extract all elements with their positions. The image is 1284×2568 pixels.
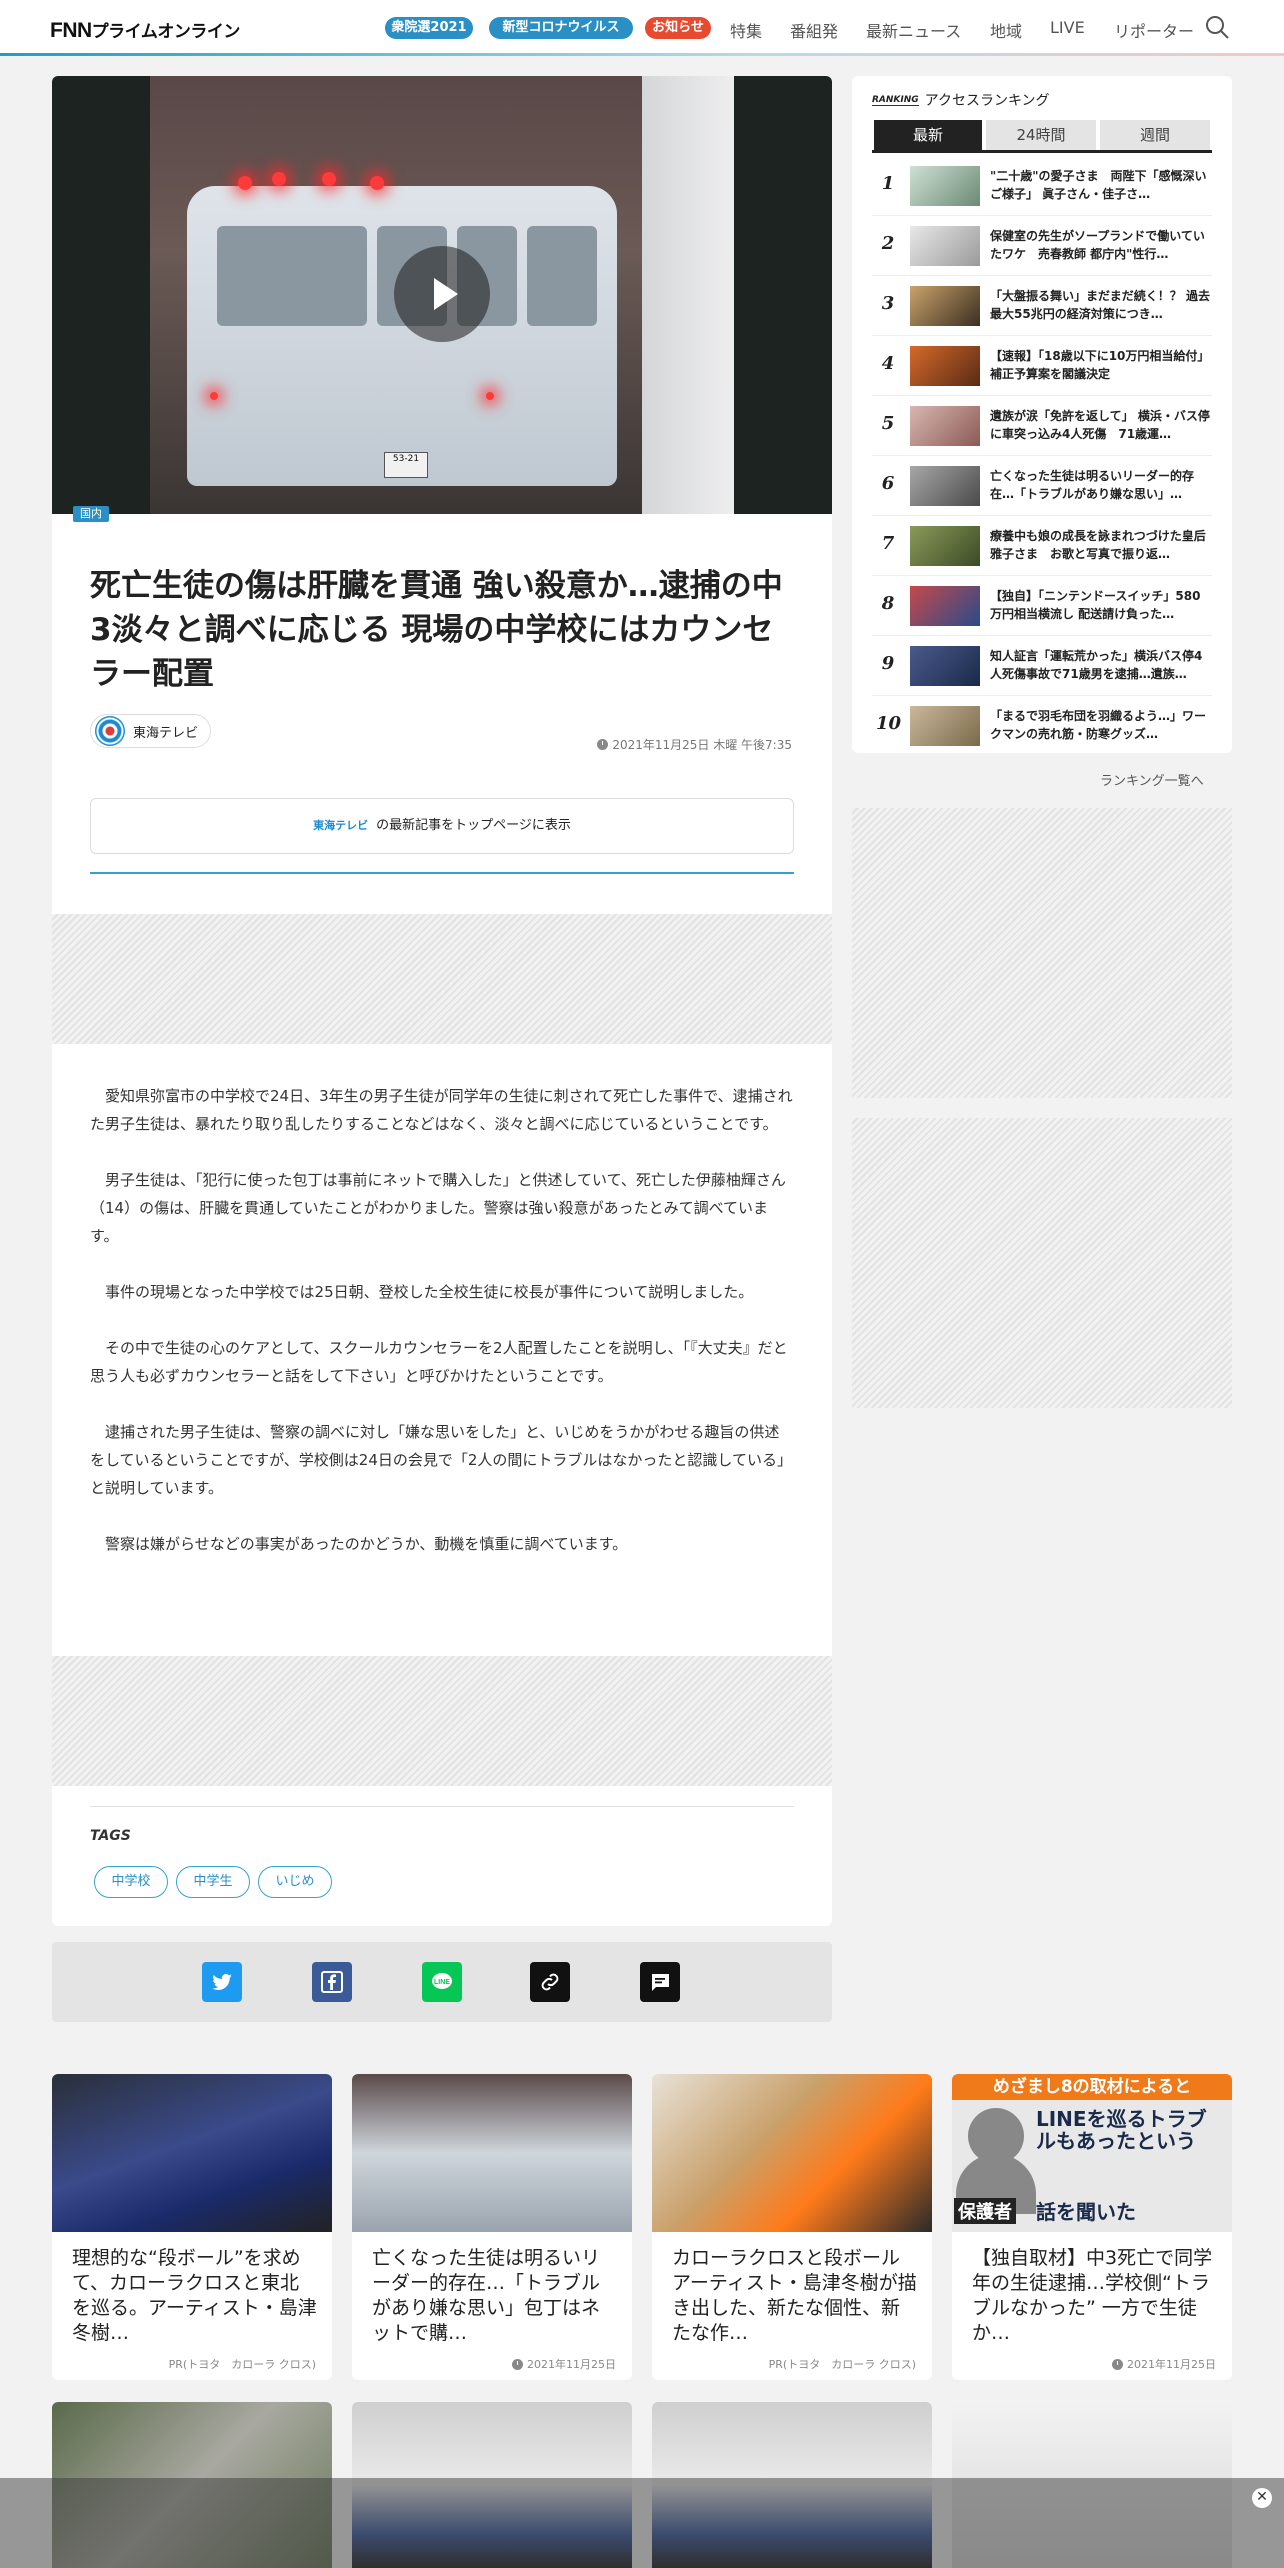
ranking-thumbnail	[910, 226, 980, 266]
tag-junior-high-school[interactable]: 中学校	[94, 1866, 168, 1898]
article-paragraph: 事件の現場となった中学校では25日朝、登校した全校生徒に校長が事件について説明し…	[105, 1283, 754, 1301]
ranking-item[interactable]: 5 遺族が涙「免許を返して」 横浜・バス停に車突っ込み4人死傷 71歳運…	[872, 396, 1212, 456]
related-thumbnail	[352, 2074, 632, 2232]
ranking-item[interactable]: 8 【独自】「ニンテンドースイッチ」580万円相当横流し 配送請け負った…	[872, 576, 1212, 636]
ad-slot-top	[52, 914, 832, 1044]
play-button[interactable]	[394, 246, 490, 342]
pill-election[interactable]: 衆院選2021	[385, 17, 473, 39]
ranking-thumbnail	[910, 646, 980, 686]
article-paragraph: 男子生徒は、「犯行に使った包丁は事前にネットで購入した」と供述していて、死亡した…	[90, 1171, 786, 1245]
article-paragraph: 愛知県弥富市の中学校で24日、3年生の男子生徒が同学年の生徒に刺されて死亡した事…	[90, 1087, 793, 1133]
source-name: 東海テレビ	[133, 725, 199, 741]
svg-text:LINE: LINE	[434, 1979, 450, 1986]
pill-notice[interactable]: お知らせ	[645, 17, 711, 39]
publish-date: 2021年11月25日 木曜 午後7:35	[597, 736, 792, 753]
ranking-thumbnail	[910, 406, 980, 446]
article-paragraph: その中で生徒の心のケアとして、スクールカウンセラーを2人配置したことを説明し、「…	[90, 1339, 788, 1385]
facebook-share-button[interactable]	[312, 1962, 352, 2002]
nav-latest[interactable]: 最新ニュース	[866, 18, 961, 42]
ranking-header: RANKING アクセスランキング	[872, 90, 1050, 110]
ranking-title-en: RANKING	[872, 94, 919, 106]
related-thumbnail	[652, 2074, 932, 2232]
video-bus-image	[187, 186, 617, 486]
ranking-thumbnail	[910, 166, 980, 206]
ranking-thumbnail	[910, 586, 980, 626]
ranking-item[interactable]: 4 【速報】「18歳以下に10万円相当給付」補正予算案を閣議決定	[872, 336, 1212, 396]
ranking-panel: RANKING アクセスランキング 最新 24時間 週間 1 "二十歳"の愛子さ…	[852, 76, 1232, 753]
article-paragraph: 警察は嫌がらせなどの事実があったのかどうか、動機を慎重に調べています。	[105, 1535, 628, 1553]
source-chip[interactable]: 東海テレビ	[90, 714, 212, 748]
sidebar-ad-2	[852, 1118, 1232, 1408]
article-headline: 死亡生徒の傷は肝臓を貫通 強い殺意か…逮捕の中3淡々と調べに応じる 現場の中学校…	[90, 568, 783, 692]
ranking-item[interactable]: 1 "二十歳"の愛子さま 両陛下「感慨深いご様子」 眞子さん・佳子さ…	[872, 156, 1212, 216]
site-logo[interactable]: FNNプライムオンライン	[50, 17, 240, 43]
search-icon[interactable]	[1204, 14, 1230, 40]
tab-latest[interactable]: 最新	[874, 120, 982, 150]
tags-title: TAGS	[90, 1828, 131, 1844]
clock-icon	[512, 2358, 523, 2370]
ranking-item[interactable]: 3 「大盤振る舞い」まだまだ続く！？ 過去最大55兆円の経済対策につき…	[872, 276, 1212, 336]
clock-icon	[597, 739, 609, 750]
nav-feature[interactable]: 特集	[730, 18, 762, 42]
twitter-share-button[interactable]	[202, 1962, 242, 2002]
ranking-thumbnail	[910, 346, 980, 386]
related-thumbnail: めざまし8の取材によると LINEを巡るトラブルもあったという 保護者 話を聞い…	[952, 2074, 1232, 2232]
ranking-item[interactable]: 2 保健室の先生がソープランドで働いていたワケ 売春教師 都庁内"性行…	[872, 216, 1212, 276]
nav-reporter[interactable]: リポーター	[1114, 18, 1194, 42]
tabs-underline	[872, 150, 1212, 153]
related-thumbnail	[52, 2074, 332, 2232]
nav-programs[interactable]: 番組発	[790, 18, 838, 42]
related-card[interactable]: めざまし8の取材によると LINEを巡るトラブルもあったという 保護者 話を聞い…	[952, 2074, 1232, 2380]
related-card[interactable]: 理想的な“段ボール”を求めて、カローラクロスと東北を巡る。アーティスト・島津冬樹…	[52, 2074, 332, 2380]
video-player[interactable]: 53-21	[52, 76, 832, 514]
share-bar: LINE	[52, 1942, 832, 2022]
line-share-button[interactable]: LINE	[422, 1962, 462, 2002]
tag-bullying[interactable]: いじめ	[258, 1866, 332, 1898]
line-icon: LINE	[432, 1973, 452, 1989]
tab-24h[interactable]: 24時間	[986, 120, 1096, 150]
tag-junior-high-student[interactable]: 中学生	[176, 1866, 250, 1898]
related-card[interactable]: 亡くなった生徒は明るいリーダー的存在…「トラブルがあり嫌な思い」包丁はネットで購…	[352, 2074, 632, 2380]
twitter-icon	[212, 1974, 232, 1991]
show-on-top-button[interactable]: 東海テレビ の最新記事をトップページに表示	[90, 798, 794, 854]
copy-link-button[interactable]	[530, 1962, 570, 2002]
pill-covid[interactable]: 新型コロナウイルス	[489, 17, 633, 39]
ranking-thumbnail	[910, 526, 980, 566]
ranking-thumbnail	[910, 286, 980, 326]
facebook-icon	[321, 1971, 343, 1993]
comment-button[interactable]	[640, 1962, 680, 2002]
link-icon	[541, 1973, 559, 1991]
tokai-tv-wordmark: 東海テレビ	[313, 819, 369, 832]
tab-weekly[interactable]: 週間	[1100, 120, 1210, 150]
comment-icon	[651, 1974, 669, 1991]
sidebar-ad-1	[852, 808, 1232, 1098]
article-body: 愛知県弥富市の中学校で24日、3年生の男子生徒が同学年の生徒に刺されて死亡した事…	[90, 1082, 794, 1586]
article-card: 53-21 国内 死亡生徒の傷は肝臓を貫通 強い殺意か…逮捕の中3淡々と調べに応…	[52, 76, 832, 1926]
ranking-item[interactable]: 10 「まるで羽毛布団を羽織るよう…」ワークマンの売れ筋・防寒グッズ…	[872, 696, 1212, 756]
nav-region[interactable]: 地域	[990, 18, 1022, 42]
tokai-tv-logo-icon	[95, 716, 125, 746]
ranking-item[interactable]: 7 療養中も娘の成長を詠まれつづけた皇后雅子さま お歌と写真で振り返…	[872, 516, 1212, 576]
ranking-thumbnail	[910, 466, 980, 506]
ranking-thumbnail	[910, 706, 980, 746]
divider	[90, 1806, 794, 1807]
clock-icon	[1112, 2358, 1123, 2370]
video-wall	[642, 76, 734, 514]
ad-slot-bottom	[52, 1656, 832, 1786]
header-accent-line	[0, 53, 1284, 56]
site-header: FNNプライムオンライン 衆院選2021 新型コロナウイルス お知らせ 特集 番…	[0, 0, 1284, 56]
article-paragraph: 逮捕された男子生徒は、警察の調べに対し「嫌な思いをした」と、いじめをうかがわせる…	[90, 1423, 792, 1497]
license-plate: 53-21	[384, 452, 428, 478]
close-icon[interactable]: ✕	[1252, 2488, 1272, 2508]
ranking-more-link[interactable]: ランキング一覧へ	[1100, 770, 1204, 789]
nav-live[interactable]: LIVE	[1050, 18, 1085, 37]
category-badge[interactable]: 国内	[73, 506, 109, 522]
related-card[interactable]: カローラクロスと段ボールアーティスト・島津冬樹が描き出した、新たな個性、新たな作…	[652, 2074, 932, 2380]
bottom-ad-overlay	[0, 2478, 1284, 2568]
ranking-title: アクセスランキング	[924, 93, 1050, 109]
divider	[90, 872, 794, 874]
ranking-item[interactable]: 9 知人証言「運転荒かった」横浜バス停4人死傷事故で71歳男を逮捕…遺族…	[872, 636, 1212, 696]
ranking-item[interactable]: 6 亡くなった生徒は明るいリーダー的存在…「トラブルがあり嫌な思い」…	[872, 456, 1212, 516]
